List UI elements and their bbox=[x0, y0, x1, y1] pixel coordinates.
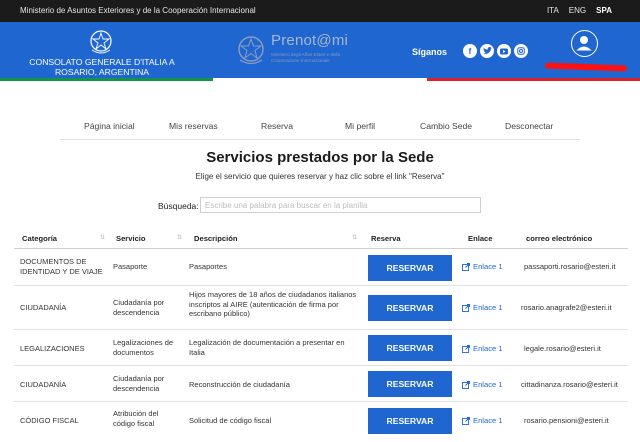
user-account-icon[interactable] bbox=[571, 30, 598, 57]
enlace-link[interactable]: Enlace 1 bbox=[462, 344, 503, 353]
lang-spa[interactable]: SPA bbox=[596, 6, 612, 15]
youtube-icon[interactable] bbox=[497, 44, 511, 58]
cell-description: Legalización de documentación a presenta… bbox=[189, 338, 345, 357]
top-bar: Ministerio de Asuntos Exteriores y de la… bbox=[0, 0, 640, 22]
col-header-description[interactable]: Descripción bbox=[194, 234, 237, 243]
prenotami-logo[interactable]: Prenot@mi bbox=[271, 32, 348, 49]
cell-category: DOCUMENTOS DE IDENTIDAD Y DE VIAJE bbox=[20, 257, 103, 276]
nav-item-my-profile[interactable]: Mi perfil bbox=[345, 121, 375, 131]
nav-item-change-site[interactable]: Cambio Sede bbox=[420, 121, 472, 131]
external-link-icon bbox=[462, 303, 470, 312]
external-link-icon bbox=[462, 262, 470, 271]
table-header: Categoría ⇅ Servicio ⇅ Descripción ⇅ Res… bbox=[14, 227, 628, 249]
main-nav: Página inicial Mis reservas Reserva Mi p… bbox=[0, 121, 640, 135]
nav-divider bbox=[60, 139, 580, 140]
cell-email: legale.rosario@esteri.it bbox=[524, 344, 601, 353]
ministry-name: Ministerio de Asuntos Exteriores y de la… bbox=[20, 6, 256, 15]
cell-email: rosario.anagrafe2@esteri.it bbox=[521, 303, 612, 312]
lang-ita[interactable]: ITA bbox=[547, 6, 559, 15]
instagram-icon[interactable] bbox=[514, 44, 528, 58]
table-row: DOCUMENTOS DE IDENTIDAD Y DE VIAJE Pasap… bbox=[14, 250, 628, 286]
italian-flag-stripe bbox=[0, 78, 640, 81]
cell-category: LEGALIZACIONES bbox=[20, 344, 85, 353]
page-subtitle: Elige el servicio que quieres reservar y… bbox=[195, 172, 445, 181]
prenotami-subtitle: Ministero degli Affari Esteri e della Co… bbox=[271, 52, 341, 63]
cell-description: Pasaportes bbox=[189, 262, 227, 271]
external-link-icon bbox=[462, 416, 470, 425]
enlace-label[interactable]: Enlace 1 bbox=[473, 416, 503, 425]
redaction-mark bbox=[544, 62, 628, 72]
language-switcher: ITA ENG SPA bbox=[547, 6, 612, 15]
search-label: Búsqueda: bbox=[158, 201, 199, 211]
search-input[interactable] bbox=[200, 197, 481, 213]
lang-eng[interactable]: ENG bbox=[569, 6, 586, 15]
table-row: CIUDADANÍA Ciudadanía por descendencia R… bbox=[14, 366, 628, 402]
enlace-link[interactable]: Enlace 1 bbox=[462, 380, 503, 389]
table-row: CÓDIGO FISCAL Atribución del código fisc… bbox=[14, 402, 628, 438]
col-header-service[interactable]: Servicio bbox=[116, 234, 146, 243]
cell-service: Atribución del código fiscal bbox=[113, 409, 159, 428]
cell-description: Hijos mayores de 18 años de ciudadanos i… bbox=[189, 290, 357, 318]
sort-icon[interactable]: ⇅ bbox=[352, 234, 357, 241]
nav-item-my-bookings[interactable]: Mis reservas bbox=[169, 121, 218, 131]
reservar-button[interactable]: RESERVAR bbox=[368, 255, 452, 281]
prenotami-emblem-icon bbox=[238, 36, 264, 65]
cell-category: CÓDIGO FISCAL bbox=[20, 416, 79, 425]
sort-icon[interactable]: ⇅ bbox=[100, 234, 105, 241]
table-row: CIUDADANÍA Ciudadanía por descendencia H… bbox=[14, 286, 628, 330]
italian-republic-emblem-icon bbox=[90, 30, 112, 54]
enlace-label[interactable]: Enlace 1 bbox=[473, 303, 503, 312]
facebook-icon[interactable]: f bbox=[463, 44, 477, 58]
reservar-button[interactable]: RESERVAR bbox=[368, 335, 452, 361]
page-title: Servicios prestados por la Sede bbox=[206, 149, 434, 166]
cell-email: rosario.pensioni@esteri.it bbox=[524, 416, 609, 425]
cell-description: Reconstrucción de ciudadanía bbox=[189, 380, 290, 389]
cell-category: CIUDADANÍA bbox=[20, 303, 67, 312]
nav-item-logout[interactable]: Desconectar bbox=[505, 121, 553, 131]
cell-service: Legalizaciones de documentos bbox=[113, 338, 174, 357]
external-link-icon bbox=[462, 380, 470, 389]
cell-service: Pasaporte bbox=[113, 262, 148, 271]
cell-email: cittadinanza.rosario@esteri.it bbox=[521, 380, 618, 389]
twitter-icon[interactable] bbox=[480, 44, 494, 58]
reservar-button[interactable]: RESERVAR bbox=[368, 408, 452, 434]
reservar-button[interactable]: RESERVAR bbox=[368, 295, 452, 321]
col-header-category[interactable]: Categoría bbox=[22, 234, 57, 243]
cell-email: passaporti.rosario@esteri.it bbox=[524, 262, 616, 271]
col-header-link: Enlace bbox=[468, 234, 493, 243]
enlace-label[interactable]: Enlace 1 bbox=[473, 262, 503, 271]
enlace-link[interactable]: Enlace 1 bbox=[462, 416, 503, 425]
table-row: LEGALIZACIONES Legalizaciones de documen… bbox=[14, 330, 628, 366]
col-header-booking: Reserva bbox=[371, 234, 401, 243]
site-header: Consolato Generale d'Italia a Rosario, A… bbox=[0, 22, 640, 78]
col-header-email: correo electrónico bbox=[526, 234, 593, 243]
follow-us-label: Síganos bbox=[412, 47, 448, 57]
enlace-link[interactable]: Enlace 1 bbox=[462, 262, 503, 271]
cell-description: Solicitud de código fiscal bbox=[189, 416, 272, 425]
reservar-button[interactable]: RESERVAR bbox=[368, 371, 452, 397]
enlace-label[interactable]: Enlace 1 bbox=[473, 380, 503, 389]
consulate-name[interactable]: Consolato Generale d'Italia a Rosario, A… bbox=[28, 57, 176, 77]
enlace-label[interactable]: Enlace 1 bbox=[473, 344, 503, 353]
nav-item-home[interactable]: Página inicial bbox=[84, 121, 135, 131]
external-link-icon bbox=[462, 344, 470, 353]
enlace-link[interactable]: Enlace 1 bbox=[462, 303, 503, 312]
cell-service: Ciudadanía por descendencia bbox=[113, 374, 165, 393]
cell-service: Ciudadanía por descendencia bbox=[113, 298, 165, 317]
nav-item-booking[interactable]: Reserva bbox=[261, 121, 293, 131]
sort-icon[interactable]: ⇅ bbox=[177, 234, 182, 241]
cell-category: CIUDADANÍA bbox=[20, 380, 67, 389]
